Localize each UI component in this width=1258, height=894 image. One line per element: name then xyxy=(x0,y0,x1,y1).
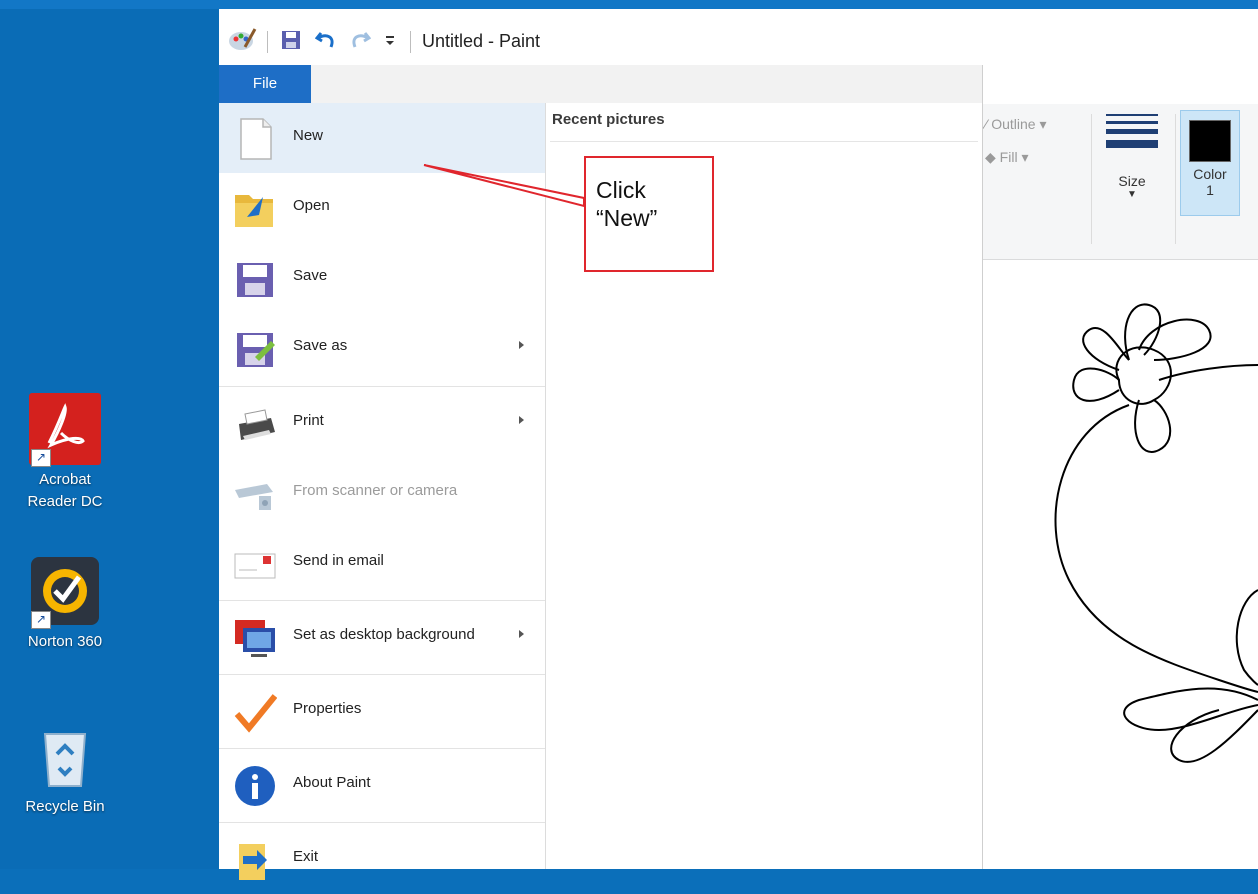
menu-divider xyxy=(219,674,545,675)
menu-item-label: Exit xyxy=(293,848,319,865)
window-title: Untitled - Paint xyxy=(422,31,541,51)
menu-item-save[interactable]: Save xyxy=(219,243,545,313)
menu-item-new[interactable]: New xyxy=(219,103,545,173)
color-1-label: Color xyxy=(1193,166,1227,182)
paint-window: Untitled - Paint ⁄ Outline ▾ ◆ Fill ▾ Si… xyxy=(219,9,1258,880)
open-folder-icon xyxy=(233,187,277,231)
menu-divider xyxy=(219,600,545,601)
chevron-down-icon: ▾ xyxy=(1039,116,1047,132)
info-icon xyxy=(233,764,277,808)
menu-item-about-paint[interactable]: About Paint xyxy=(219,750,545,820)
shortcut-arrow-icon: ↗ xyxy=(31,449,51,467)
save-as-icon xyxy=(233,327,277,371)
desktop-icon-recycle-bin[interactable]: Recycle Bin xyxy=(10,720,120,818)
file-menu-header xyxy=(311,65,982,104)
flower-drawing xyxy=(1054,303,1258,763)
line-size-icon xyxy=(1106,114,1158,148)
chevron-down-icon: ▼ xyxy=(1127,189,1137,200)
save-icon[interactable] xyxy=(281,27,301,53)
fill-label: Fill xyxy=(999,149,1018,165)
size-button[interactable]: Size ▼ xyxy=(1095,112,1169,232)
instruction-callout: Click “New” xyxy=(584,156,714,272)
file-menu-list: New Open Save Save as Print From scanner… xyxy=(219,103,546,880)
outline-label: Outline xyxy=(991,116,1036,132)
drawing-canvas[interactable] xyxy=(979,260,1258,869)
desktop-icon-label: Recycle Bin xyxy=(25,798,105,815)
recent-pictures-heading: Recent pictures xyxy=(552,111,665,128)
desktop-background-icon xyxy=(233,616,277,660)
outline-button[interactable]: ⁄ Outline ▾ xyxy=(985,116,1047,133)
menu-item-label: From scanner or camera xyxy=(293,482,458,499)
checkmark-icon xyxy=(233,690,278,734)
ribbon: ⁄ Outline ▾ ◆ Fill ▾ Size ▼ Color 1 xyxy=(979,104,1258,260)
desktop-icon-label: Norton 360 xyxy=(27,633,103,650)
menu-item-exit[interactable]: Exit xyxy=(219,824,545,894)
save-disk-icon xyxy=(233,257,277,301)
taskbar-edge xyxy=(0,0,1258,9)
fill-button[interactable]: ◆ Fill ▾ xyxy=(985,149,1028,166)
menu-item-label: New xyxy=(293,127,324,144)
customize-toolbar-icon[interactable] xyxy=(385,27,395,53)
menu-item-label: Send in email xyxy=(293,552,384,569)
ribbon-separator xyxy=(1175,114,1176,244)
menu-item-send-email[interactable]: Send in email xyxy=(219,528,545,598)
size-label: Size xyxy=(1118,173,1146,189)
email-icon xyxy=(233,542,277,586)
menu-divider xyxy=(219,822,545,823)
menu-divider xyxy=(219,748,545,749)
color-1-number: 1 xyxy=(1206,182,1214,198)
menu-item-print[interactable]: Print xyxy=(219,388,545,458)
scanner-icon xyxy=(233,472,277,516)
menu-item-label: Print xyxy=(293,412,324,429)
menu-item-label: Set as desktop background xyxy=(293,626,475,643)
norton-360-icon: ↗ xyxy=(29,555,101,629)
desktop-icon-norton[interactable]: ↗ Norton 360 xyxy=(10,555,120,653)
recycle-bin-icon xyxy=(29,720,101,792)
submenu-arrow-icon xyxy=(519,341,524,349)
undo-icon[interactable] xyxy=(315,27,337,53)
menu-item-open[interactable]: Open xyxy=(219,173,545,243)
outline-icon: ⁄ xyxy=(985,116,988,132)
paint-app-icon[interactable] xyxy=(227,27,257,53)
callout-text: Click “New” xyxy=(596,177,658,231)
file-tab[interactable]: File xyxy=(219,65,311,103)
recent-divider xyxy=(550,141,978,142)
ribbon-separator xyxy=(1091,114,1092,244)
redo-icon[interactable] xyxy=(349,27,371,53)
desktop-icon-acrobat[interactable]: ↗ Acrobat Reader DC xyxy=(10,393,120,513)
toolbar-separator xyxy=(267,31,268,53)
title-bar: Untitled - Paint xyxy=(219,9,1258,67)
submenu-arrow-icon xyxy=(519,416,524,424)
menu-divider xyxy=(219,386,545,387)
new-page-icon xyxy=(233,117,277,161)
menu-item-label: Save xyxy=(293,267,328,284)
menu-item-set-desktop-background[interactable]: Set as desktop background xyxy=(219,602,545,672)
chevron-down-icon: ▾ xyxy=(1021,149,1029,165)
menu-item-label: Save as xyxy=(293,337,348,354)
menu-item-label: Open xyxy=(293,197,330,214)
menu-item-label: Properties xyxy=(293,700,362,717)
color-1-button[interactable]: Color 1 xyxy=(1180,110,1240,216)
menu-item-from-scanner: From scanner or camera xyxy=(219,458,545,528)
menu-item-properties[interactable]: Properties xyxy=(219,676,545,746)
exit-icon xyxy=(233,838,277,882)
fill-bucket-icon: ◆ xyxy=(985,149,996,165)
color-1-swatch xyxy=(1189,120,1231,162)
menu-item-save-as[interactable]: Save as xyxy=(219,313,545,383)
menu-item-label: About Paint xyxy=(293,774,371,791)
shortcut-arrow-icon: ↗ xyxy=(31,611,51,629)
printer-icon xyxy=(233,402,277,446)
desktop-icon-label: Acrobat Reader DC xyxy=(27,471,103,510)
toolbar-separator xyxy=(410,31,411,53)
submenu-arrow-icon xyxy=(519,630,524,638)
acrobat-reader-icon: ↗ xyxy=(29,393,101,467)
